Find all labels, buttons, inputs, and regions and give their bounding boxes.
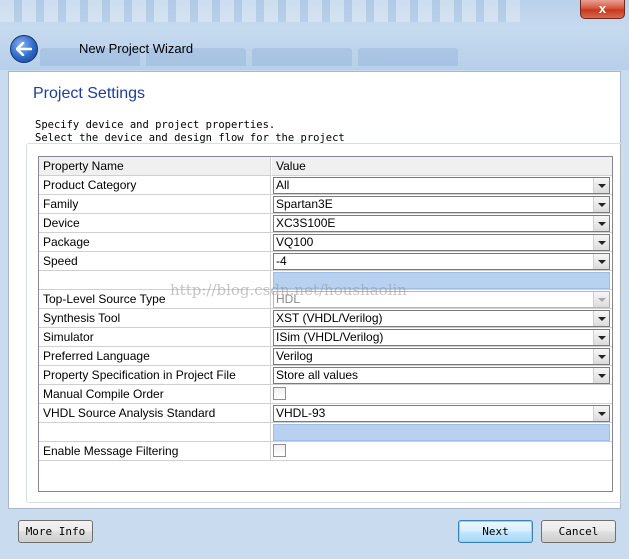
chevron-down-icon bbox=[593, 292, 609, 307]
grid-row: Top-Level Source Type HDL bbox=[39, 290, 612, 309]
property-name-cell: Preferred Language bbox=[39, 347, 271, 366]
grid-row: Device XC3S100E bbox=[39, 214, 612, 233]
property-name-cell: Synthesis Tool bbox=[39, 309, 271, 328]
grid-row: Enable Message Filtering bbox=[39, 442, 612, 461]
property-name-cell bbox=[39, 423, 271, 442]
property-name-cell: Product Category bbox=[39, 176, 271, 195]
property-name-cell bbox=[39, 271, 271, 290]
value-dropdown[interactable]: All bbox=[273, 177, 610, 194]
grid-row: Package VQ100 bbox=[39, 233, 612, 252]
property-value-cell bbox=[271, 442, 612, 461]
property-name-cell: Enable Message Filtering bbox=[39, 442, 271, 461]
property-name-cell: Manual Compile Order bbox=[39, 385, 271, 404]
property-value-cell: XC3S100E bbox=[271, 214, 612, 233]
property-value-cell: Verilog bbox=[271, 347, 612, 366]
chevron-down-icon[interactable] bbox=[593, 197, 609, 212]
value-checkbox[interactable] bbox=[273, 387, 286, 400]
dropdown-selected-value: XST (VHDL/Verilog) bbox=[276, 311, 383, 325]
value-dropdown[interactable]: VHDL-93 bbox=[273, 405, 610, 422]
dropdown-selected-value: VHDL-93 bbox=[276, 406, 326, 420]
grid-row: Synthesis Tool XST (VHDL/Verilog) bbox=[39, 309, 612, 328]
empty-value-field bbox=[273, 272, 610, 289]
value-dropdown[interactable]: Store all values bbox=[273, 367, 610, 384]
close-button[interactable]: x bbox=[580, 0, 625, 19]
property-value-cell: All bbox=[271, 176, 612, 195]
grid-row: VHDL Source Analysis Standard VHDL-93 bbox=[39, 404, 612, 423]
dropdown-selected-value: Store all values bbox=[276, 368, 359, 382]
property-name-cell: Device bbox=[39, 214, 271, 233]
chevron-down-icon[interactable] bbox=[593, 254, 609, 269]
property-value-cell bbox=[271, 423, 612, 442]
grid-row: Family Spartan3E bbox=[39, 195, 612, 214]
dropdown-selected-value: -4 bbox=[276, 254, 287, 268]
grid-row: Manual Compile Order bbox=[39, 385, 612, 404]
dropdown-selected-value: Verilog bbox=[276, 349, 313, 363]
property-name-cell: VHDL Source Analysis Standard bbox=[39, 404, 271, 423]
property-grid[interactable]: Property Name Value Product Category All F… bbox=[38, 156, 613, 492]
column-header-property-name: Property Name bbox=[39, 157, 271, 176]
next-button[interactable]: Next bbox=[458, 520, 533, 543]
property-name-cell: Top-Level Source Type bbox=[39, 290, 271, 309]
page-description-line-1: Specify device and project properties. bbox=[35, 119, 276, 131]
back-button[interactable] bbox=[10, 35, 38, 63]
dropdown-selected-value: Spartan3E bbox=[276, 197, 333, 211]
grid-row bbox=[39, 271, 612, 290]
value-dropdown: HDL bbox=[273, 291, 610, 308]
cancel-button[interactable]: Cancel bbox=[541, 520, 616, 543]
background-toolbar bbox=[0, 0, 520, 22]
dropdown-selected-value: HDL bbox=[276, 292, 301, 306]
empty-value-field bbox=[273, 424, 610, 441]
chevron-down-icon[interactable] bbox=[593, 235, 609, 250]
column-header-value: Value bbox=[271, 157, 612, 176]
grid-header-row: Property Name Value bbox=[39, 157, 612, 176]
value-dropdown[interactable]: XC3S100E bbox=[273, 215, 610, 232]
grid-row: Simulator ISim (VHDL/Verilog) bbox=[39, 328, 612, 347]
property-name-cell: Property Specification in Project File bbox=[39, 366, 271, 385]
dropdown-selected-value: All bbox=[276, 178, 290, 192]
property-value-cell bbox=[271, 271, 612, 290]
property-value-cell: VHDL-93 bbox=[271, 404, 612, 423]
back-arrow-icon bbox=[16, 42, 32, 56]
value-dropdown[interactable]: -4 bbox=[273, 253, 610, 270]
value-dropdown[interactable]: ISim (VHDL/Verilog) bbox=[273, 329, 610, 346]
dropdown-selected-value: ISim (VHDL/Verilog) bbox=[276, 330, 384, 344]
property-name-cell: Speed bbox=[39, 252, 271, 271]
property-value-cell: VQ100 bbox=[271, 233, 612, 252]
chevron-down-icon[interactable] bbox=[593, 330, 609, 345]
value-checkbox[interactable] bbox=[273, 444, 286, 457]
chevron-down-icon[interactable] bbox=[593, 311, 609, 326]
grid-row: Product Category All bbox=[39, 176, 612, 195]
chevron-down-icon[interactable] bbox=[593, 406, 609, 421]
property-value-cell: ISim (VHDL/Verilog) bbox=[271, 328, 612, 347]
page-title: Project Settings bbox=[33, 85, 146, 102]
grid-row: Speed -4 bbox=[39, 252, 612, 271]
chevron-down-icon[interactable] bbox=[593, 178, 609, 193]
window-titlebar bbox=[0, 0, 629, 70]
value-dropdown[interactable]: Verilog bbox=[273, 348, 610, 365]
property-name-cell: Family bbox=[39, 195, 271, 214]
value-dropdown[interactable]: Spartan3E bbox=[273, 196, 610, 213]
chevron-down-icon[interactable] bbox=[593, 216, 609, 231]
property-value-cell bbox=[271, 385, 612, 404]
property-value-cell: Store all values bbox=[271, 366, 612, 385]
chevron-down-icon[interactable] bbox=[593, 349, 609, 364]
property-value-cell: HDL bbox=[271, 290, 612, 309]
dropdown-selected-value: XC3S100E bbox=[276, 216, 336, 230]
property-name-cell: Package bbox=[39, 233, 271, 252]
window-title: New Project Wizard bbox=[79, 41, 194, 56]
value-dropdown[interactable]: VQ100 bbox=[273, 234, 610, 251]
property-value-cell: -4 bbox=[271, 252, 612, 271]
dropdown-selected-value: VQ100 bbox=[276, 235, 314, 249]
property-value-cell: Spartan3E bbox=[271, 195, 612, 214]
more-info-button[interactable]: More Info bbox=[18, 520, 93, 543]
grid-row: Preferred Language Verilog bbox=[39, 347, 612, 366]
value-dropdown[interactable]: XST (VHDL/Verilog) bbox=[273, 310, 610, 327]
grid-row bbox=[39, 423, 612, 442]
property-value-cell: XST (VHDL/Verilog) bbox=[271, 309, 612, 328]
grid-row: Property Specification in Project File St… bbox=[39, 366, 612, 385]
chevron-down-icon[interactable] bbox=[593, 368, 609, 383]
property-name-cell: Simulator bbox=[39, 328, 271, 347]
